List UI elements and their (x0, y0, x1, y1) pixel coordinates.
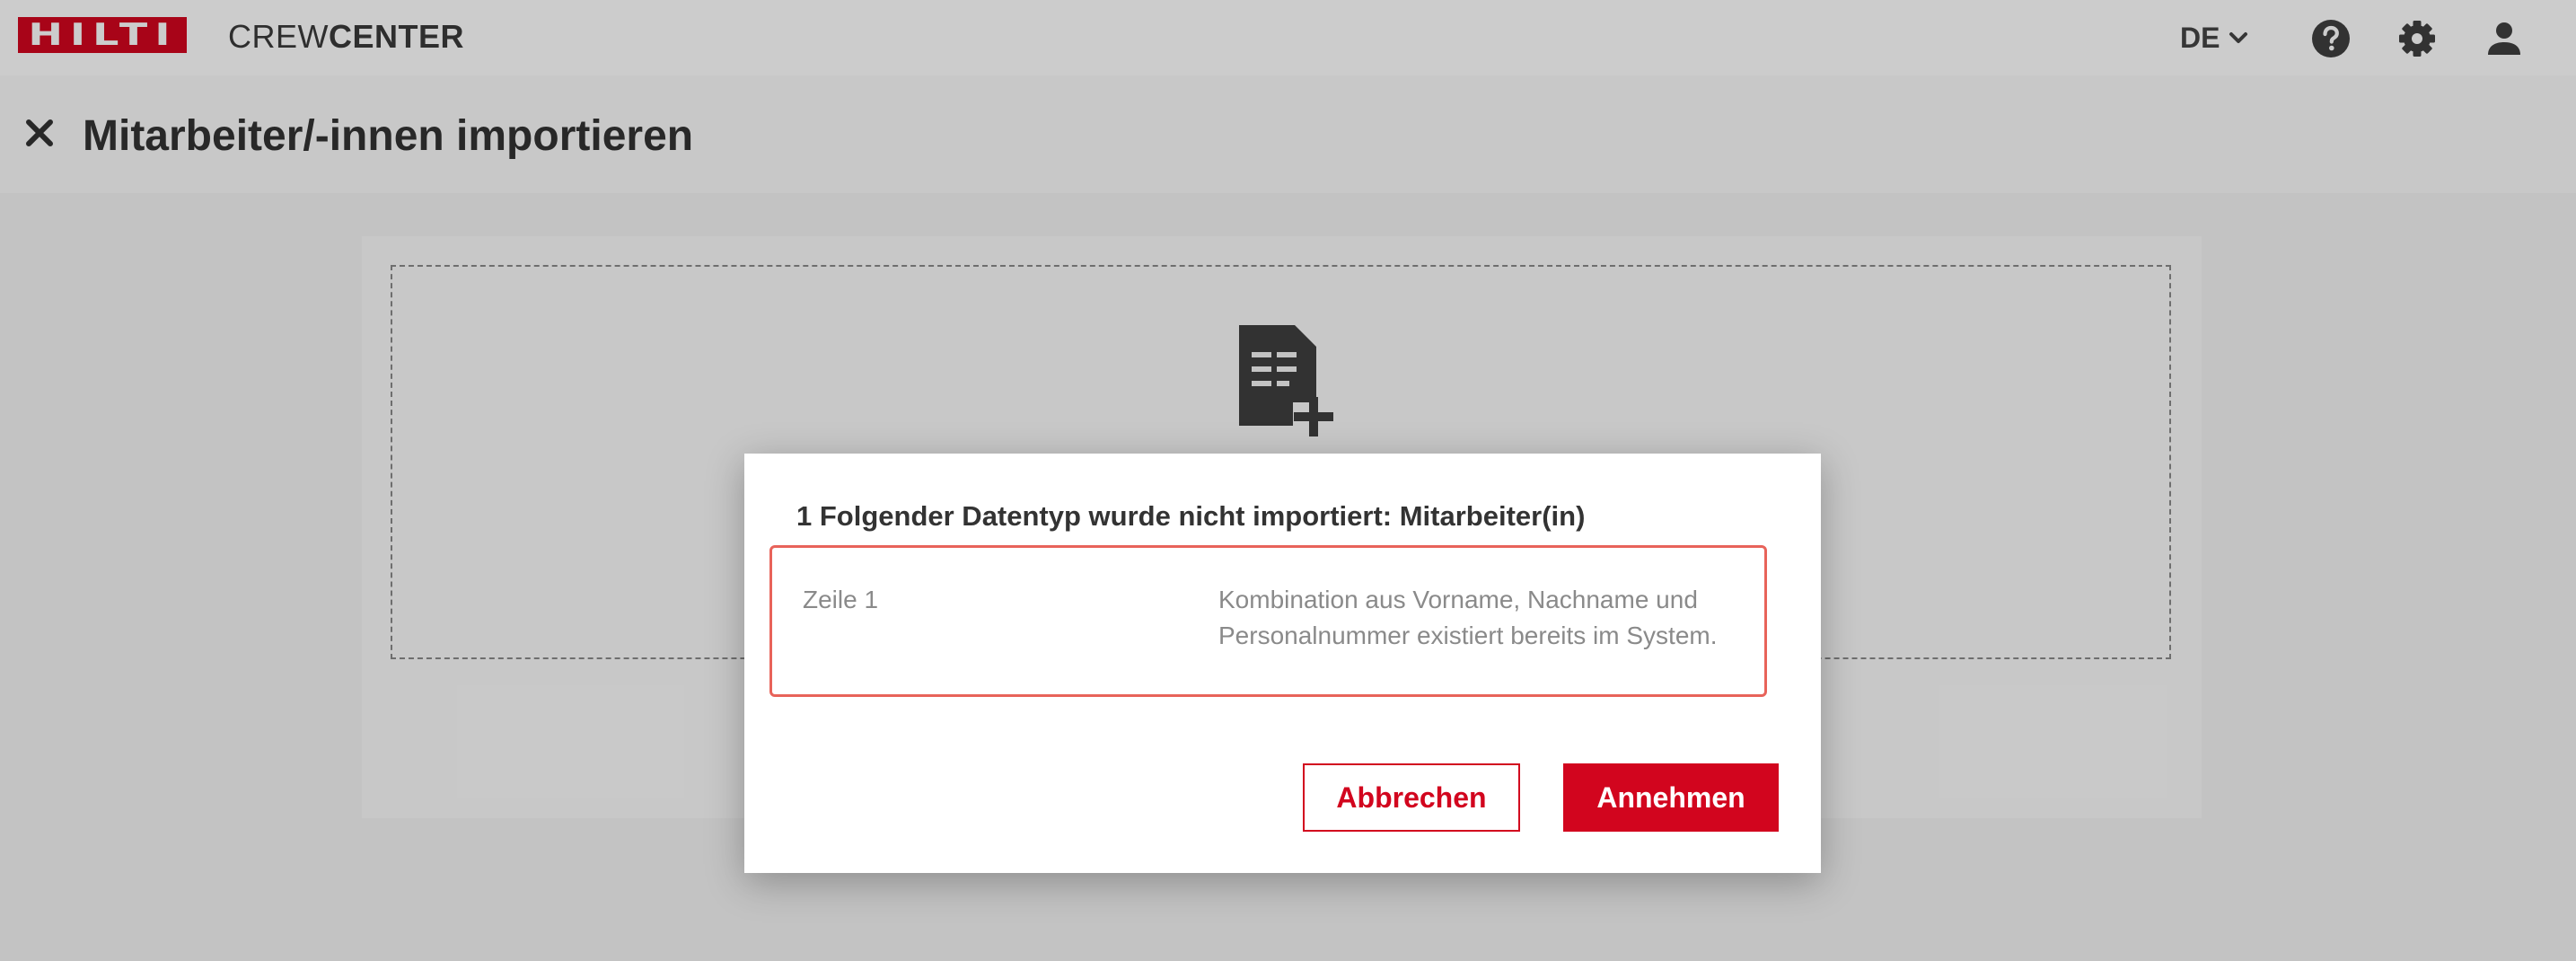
error-row-message: Kombination aus Vorname, Nachname und Pe… (1218, 586, 1718, 649)
accept-button[interactable]: Annehmen (1563, 763, 1779, 832)
error-row-label: Zeile 1 (803, 586, 879, 613)
import-error-dialog: 1 Folgender Datentyp wurde nicht importi… (744, 454, 1821, 873)
cancel-button[interactable]: Abbrechen (1303, 763, 1520, 832)
error-list: Zeile 1 Kombination aus Vorname, Nachnam… (769, 545, 1767, 697)
dialog-title: 1 Folgender Datentyp wurde nicht importi… (796, 500, 1586, 532)
